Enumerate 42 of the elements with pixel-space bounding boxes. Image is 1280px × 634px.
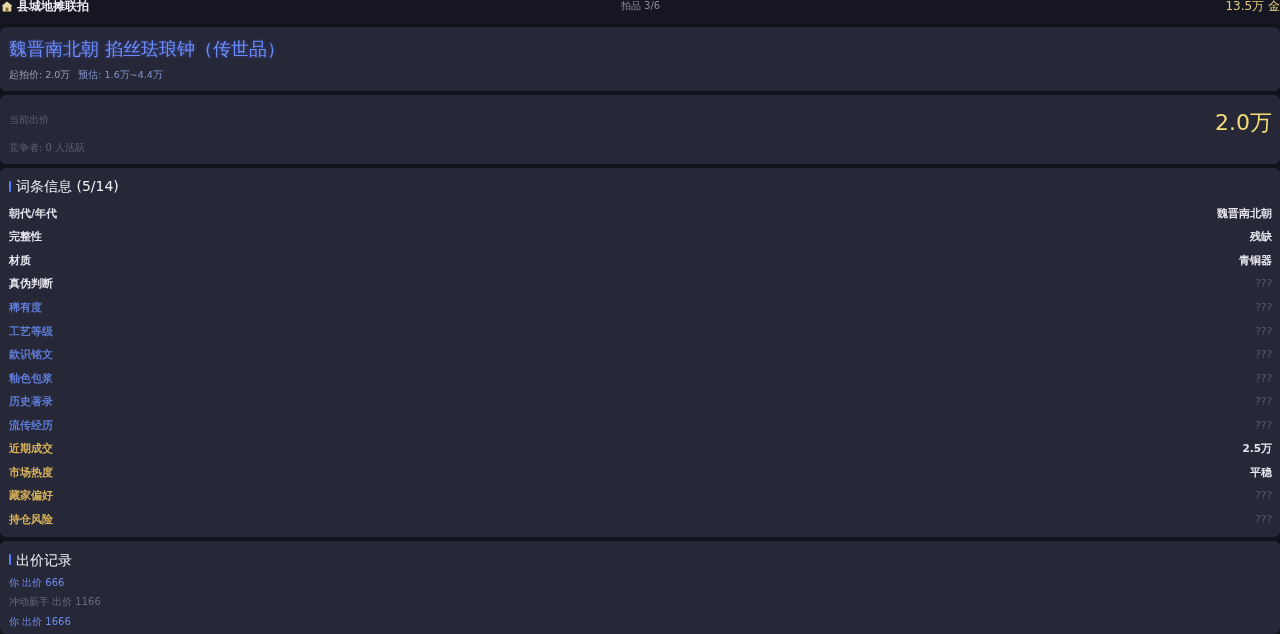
- section-accent-bar: [9, 180, 11, 192]
- attribute-value: ???: [1255, 488, 1272, 503]
- bid-entry: 你 出价 666: [9, 575, 65, 590]
- attribute-label: 藏家偏好: [9, 488, 53, 503]
- attribute-label: 持仓风险: [9, 511, 53, 526]
- attribute-value: ???: [1255, 417, 1272, 432]
- attribute-label: 市场热度: [9, 464, 53, 479]
- attribute-value: 2.5万: [1242, 441, 1272, 456]
- attribute-value: 残缺: [1250, 229, 1272, 244]
- attribute-label: 朝代/年代: [9, 205, 57, 220]
- estimate-range: 预估: 1.6万~4.4万: [78, 68, 163, 81]
- attribute-value: ???: [1255, 370, 1272, 385]
- attribute-value: ???: [1255, 276, 1272, 291]
- attribute-label: 完整性: [9, 229, 42, 244]
- item-name: 魏晋南北朝 掐丝珐琅钟（传世品）: [9, 37, 285, 61]
- attribute-label: 材质: [9, 252, 31, 267]
- attribute-label: 釉色包浆: [9, 370, 53, 385]
- attribute-value: 平稳: [1250, 464, 1272, 479]
- attribute-value: 青铜器: [1239, 252, 1272, 267]
- attribute-label: 真伪判断: [9, 276, 53, 291]
- section-title: 词条信息 (5/14): [16, 177, 119, 195]
- starting-price: 起拍价: 2.0万: [9, 68, 71, 81]
- attribute-value: ???: [1255, 347, 1272, 362]
- market-title: 县城地摊联拍: [17, 0, 89, 12]
- attribute-value: ???: [1255, 323, 1272, 338]
- bid-entry: 你 出价 1666: [9, 614, 71, 629]
- attribute-label: 稀有度: [9, 299, 42, 314]
- attribute-label: 历史著录: [9, 394, 53, 409]
- attribute-value: 魏晋南北朝: [1217, 205, 1272, 220]
- attribute-value: ???: [1255, 394, 1272, 409]
- currency-balance: 13.5万 金: [1225, 0, 1280, 12]
- attribute-label: 款识铭文: [9, 347, 53, 362]
- attribute-value: ???: [1255, 299, 1272, 314]
- lot-counter: 拍品 3/6: [620, 0, 661, 12]
- attribute-label: 流传经历: [9, 417, 53, 432]
- attribute-label: 近期成交: [9, 441, 53, 456]
- section-title: 出价记录: [16, 550, 72, 569]
- attribute-value: ???: [1255, 511, 1272, 526]
- attribute-label: 工艺等级: [9, 323, 53, 338]
- section-accent-bar: [9, 554, 11, 566]
- house-icon: [1, 0, 13, 12]
- current-bid-amount: 2.0万: [1215, 109, 1272, 136]
